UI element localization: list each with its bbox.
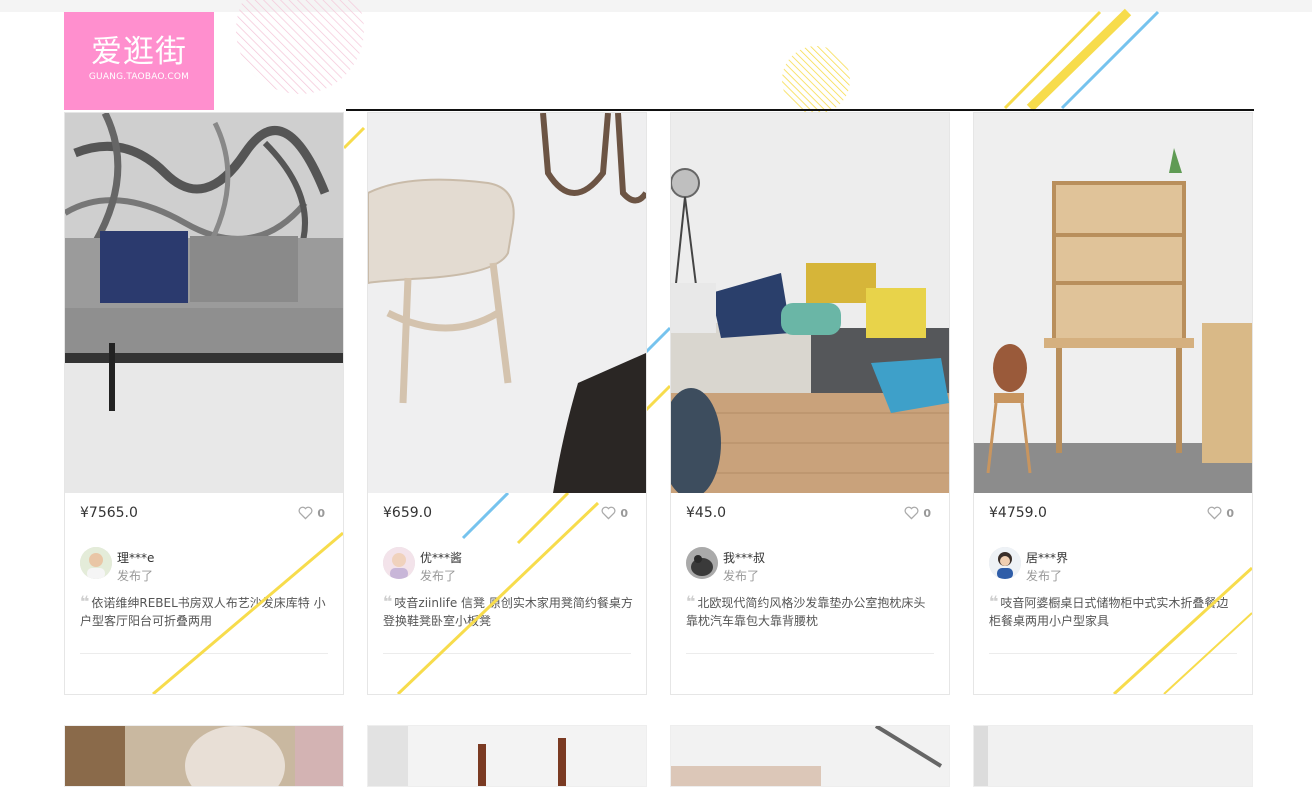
product-description[interactable]: ❝ 北欧现代简约风格沙发靠垫办公室抱枕床头靠枕汽车靠包大靠背腰枕 (686, 593, 936, 630)
product-card[interactable]: ¥4759.0 0 居***界 发布了 ❝ 吱音阿婆橱桌日式储物柜中式实木折叠餐边… (973, 112, 1253, 695)
product-image-cabinet[interactable] (974, 113, 1252, 493)
product-card[interactable]: ¥7565.0 0 理***e 发布了 ❝ 依诺维绅REBEL书房双人布艺沙发床库… (64, 112, 344, 695)
user-name[interactable]: 我***叔 (723, 549, 765, 566)
product-image-rack[interactable] (368, 726, 646, 786)
product-card[interactable] (670, 725, 950, 787)
product-card[interactable] (64, 725, 344, 787)
product-image-lamp[interactable] (671, 726, 949, 786)
product-image-stools[interactable] (368, 113, 646, 493)
logo-text-cn: 爱逛街 (91, 34, 187, 70)
product-card[interactable]: ¥659.0 0 优***酱 发布了 ❝ 吱音ziinlife 信凳 原创实木家用… (367, 112, 647, 695)
quote-icon: ❝ (686, 593, 696, 611)
logo-text-en: GUANG.TAOBAO.COM (88, 72, 190, 82)
like-count: 0 (923, 506, 931, 520)
site-logo[interactable]: 爱逛街 GUANG.TAOBAO.COM (64, 12, 214, 110)
card-decoration (152, 531, 343, 694)
header-divider (346, 109, 1254, 111)
card-decoration (1112, 566, 1252, 694)
product-price: ¥45.0 (686, 505, 727, 521)
card-divider (686, 653, 934, 654)
product-image-sofa-bed[interactable] (65, 113, 343, 493)
product-card[interactable] (973, 725, 1253, 787)
card-decoration (396, 493, 600, 694)
product-image-cushions[interactable] (671, 113, 949, 493)
heart-icon (904, 506, 919, 520)
posted-label: 发布了 (723, 569, 760, 583)
avatar[interactable] (686, 547, 718, 579)
product-card[interactable]: ¥45.0 0 我***叔 发布了 ❝ 北欧现代简约风格沙发靠垫办公室抱枕床头靠枕… (670, 112, 950, 695)
product-image-room[interactable] (974, 726, 1252, 786)
product-image-vanity[interactable] (65, 726, 343, 786)
product-card[interactable] (367, 725, 647, 787)
like-button[interactable]: 0 (904, 506, 931, 520)
pink-hatched-circle (236, 0, 364, 94)
yellow-hatched-circle (782, 46, 850, 114)
